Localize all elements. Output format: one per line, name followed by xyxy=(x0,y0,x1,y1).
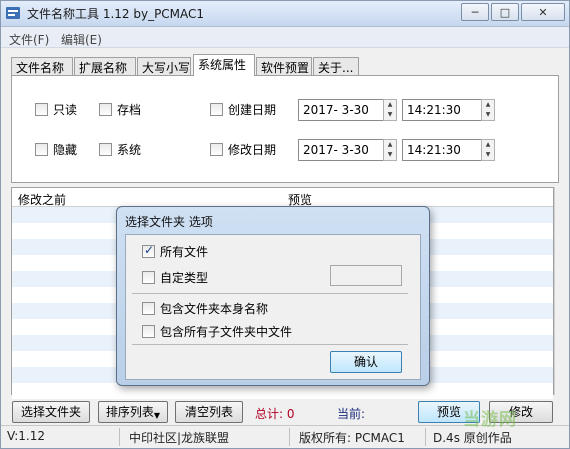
spin-down-icon[interactable]: ▼ xyxy=(384,110,396,120)
status-credit: D.4s 原创作品 xyxy=(433,431,512,445)
system-checkbox-box[interactable] xyxy=(99,143,112,156)
created-date-checkbox[interactable]: 创建日期 xyxy=(210,101,276,118)
modified-time-field[interactable]: 14:21:30 xyxy=(402,139,482,161)
menu-edit[interactable]: 编辑(E) xyxy=(61,31,102,48)
created-date-label: 创建日期 xyxy=(228,103,277,117)
created-date-field[interactable]: 2017- 3-30 xyxy=(298,99,384,121)
hidden-checkbox[interactable]: 隐藏 xyxy=(35,141,77,158)
system-label: 系统 xyxy=(117,143,142,157)
all-files-label: 所有文件 xyxy=(160,245,209,259)
current-label: 当前: xyxy=(337,407,366,421)
include-subfolder-files-checkbox-box[interactable] xyxy=(142,325,155,338)
include-subfolder-files-label: 包含所有子文件夹中文件 xyxy=(160,325,293,339)
status-copyright: 版权所有: PCMAC1 xyxy=(299,431,405,445)
modified-date-spinner[interactable]: ▲ ▼ xyxy=(383,139,397,161)
dialog-separator xyxy=(132,293,408,294)
spin-up-icon[interactable]: ▲ xyxy=(482,140,494,150)
status-community: 中印社区|龙族联盟 xyxy=(129,431,230,445)
select-folder-options-dialog: 选择文件夹 选项 所有文件 自定类型 包含文件夹本身名称 包含所有子文件夹中文件… xyxy=(116,206,430,386)
menu-file[interactable]: 文件(F) xyxy=(9,31,49,48)
include-folder-name-checkbox-box[interactable] xyxy=(142,302,155,315)
created-date-spinner[interactable]: ▲ ▼ xyxy=(383,99,397,121)
all-files-checkbox[interactable]: 所有文件 xyxy=(142,243,208,260)
status-version: V:1.12 xyxy=(7,429,45,443)
created-time-spinner[interactable]: ▲ ▼ xyxy=(481,99,495,121)
archive-checkbox-box[interactable] xyxy=(99,103,112,116)
list-header: 修改之前 预览 xyxy=(12,188,553,207)
menu-bar: 文件(F) 编辑(E) xyxy=(1,28,569,48)
main-window: 文件名称工具 1.12 by_PCMAC1 ─ □ ✕ 文件(F) 编辑(E) … xyxy=(0,0,570,449)
close-button[interactable]: ✕ xyxy=(521,3,565,21)
tab-about[interactable]: 关于... xyxy=(313,57,359,76)
tab-system-attributes[interactable]: 系统属性 xyxy=(193,54,255,76)
system-attributes-panel: 只读 存档 创建日期 2017- 3-30 ▲ ▼ 14:21:30 ▲ ▼ 隐藏 … xyxy=(11,75,559,183)
modified-date-field[interactable]: 2017- 3-30 xyxy=(298,139,384,161)
all-files-checkbox-box[interactable] xyxy=(142,243,155,258)
archive-checkbox[interactable]: 存档 xyxy=(99,101,141,118)
spin-up-icon[interactable]: ▲ xyxy=(482,100,494,110)
dropdown-arrow-icon: ▼ xyxy=(153,411,161,420)
spin-up-icon[interactable]: ▲ xyxy=(384,140,396,150)
select-folder-button[interactable]: 选择文件夹 xyxy=(12,401,90,423)
title-bar: 文件名称工具 1.12 by_PCMAC1 ─ □ ✕ xyxy=(1,1,569,27)
custom-type-label: 自定类型 xyxy=(160,271,209,285)
modified-date-checkbox-box[interactable] xyxy=(210,143,223,156)
include-folder-name-label: 包含文件夹本身名称 xyxy=(160,302,269,316)
created-time-field[interactable]: 14:21:30 xyxy=(402,99,482,121)
list-scrollbar[interactable] xyxy=(554,187,569,395)
status-bar: V:1.12 中印社区|龙族联盟 版权所有: PCMAC1 D.4s 原创作品 xyxy=(1,425,569,448)
minimize-button[interactable]: ─ xyxy=(461,3,489,21)
tab-case[interactable]: 大写小写 xyxy=(137,57,191,76)
dialog-title: 选择文件夹 选项 xyxy=(125,215,213,229)
confirm-button[interactable]: 确认 xyxy=(330,351,402,373)
column-before[interactable]: 修改之前 xyxy=(18,191,66,208)
archive-label: 存档 xyxy=(117,103,142,117)
status-separator xyxy=(119,428,120,446)
tab-presets[interactable]: 软件预置 xyxy=(256,57,312,76)
spin-down-icon[interactable]: ▼ xyxy=(482,110,494,120)
system-checkbox[interactable]: 系统 xyxy=(99,141,141,158)
custom-type-checkbox[interactable]: 自定类型 xyxy=(142,269,208,286)
clear-list-button[interactable]: 清空列表 xyxy=(175,401,243,423)
sort-list-label: 排序列表 xyxy=(105,405,154,419)
readonly-label: 只读 xyxy=(53,103,78,117)
readonly-checkbox-box[interactable] xyxy=(35,103,48,116)
modified-date-checkbox[interactable]: 修改日期 xyxy=(210,141,276,158)
readonly-checkbox[interactable]: 只读 xyxy=(35,101,77,118)
spin-up-icon[interactable]: ▲ xyxy=(384,100,396,110)
total-count: 总计: 0 xyxy=(255,407,295,421)
custom-type-checkbox-box[interactable] xyxy=(142,271,155,284)
dialog-body: 所有文件 自定类型 包含文件夹本身名称 包含所有子文件夹中文件 确认 xyxy=(125,234,421,380)
app-icon xyxy=(6,7,20,19)
custom-type-input[interactable] xyxy=(330,265,402,286)
tab-file-name[interactable]: 文件名称 xyxy=(11,57,73,76)
created-date-checkbox-box[interactable] xyxy=(210,103,223,116)
tab-extension[interactable]: 扩展名称 xyxy=(74,57,136,76)
dialog-separator xyxy=(132,344,408,345)
status-separator xyxy=(425,428,426,446)
modified-time-spinner[interactable]: ▲ ▼ xyxy=(481,139,495,161)
hidden-label: 隐藏 xyxy=(53,143,78,157)
include-subfolder-files-checkbox[interactable]: 包含所有子文件夹中文件 xyxy=(142,323,292,340)
window-title: 文件名称工具 1.12 by_PCMAC1 xyxy=(27,7,205,21)
maximize-button[interactable]: □ xyxy=(491,3,519,21)
preview-button[interactable]: 预览 xyxy=(418,401,480,423)
hidden-checkbox-box[interactable] xyxy=(35,143,48,156)
modified-date-label: 修改日期 xyxy=(228,143,277,157)
sort-list-button[interactable]: 排序列表▼ xyxy=(98,401,168,423)
include-folder-name-checkbox[interactable]: 包含文件夹本身名称 xyxy=(142,300,268,317)
spin-down-icon[interactable]: ▼ xyxy=(384,150,396,160)
status-separator xyxy=(289,428,290,446)
modify-button[interactable]: 修改 xyxy=(489,401,553,423)
spin-down-icon[interactable]: ▼ xyxy=(482,150,494,160)
